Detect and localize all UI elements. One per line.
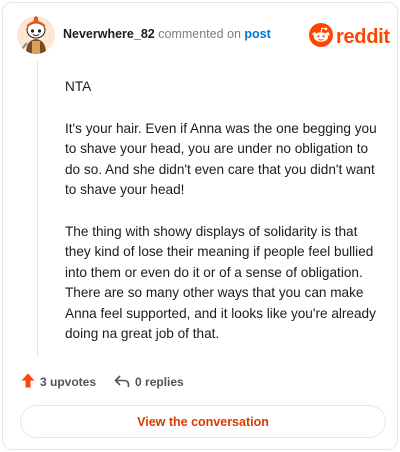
view-conversation-button[interactable]: View the conversation: [20, 405, 386, 438]
comment-paragraph: It's your hair. Even if Anna was the one…: [65, 120, 377, 198]
comment-paragraph: NTA: [65, 79, 92, 94]
post-link[interactable]: post: [244, 27, 270, 41]
author-name[interactable]: Neverwhere_82: [63, 27, 155, 41]
avatar[interactable]: [17, 16, 55, 54]
reply-button[interactable]: 0 replies: [114, 374, 184, 391]
reddit-logo-icon: [309, 23, 333, 52]
comment-header: Neverwhere_82 commented on post: [63, 27, 271, 41]
reply-icon: [114, 374, 130, 391]
comment-card: Neverwhere_82 commented on post reddit N…: [2, 2, 398, 450]
upvote-icon: [21, 373, 35, 391]
comment-actions: 3 upvotes 0 replies: [21, 373, 202, 391]
reply-count: 0 replies: [135, 375, 184, 389]
comment-paragraph: The thing with showy displays of solidar…: [65, 223, 376, 342]
thread-line: [37, 61, 38, 357]
upvote-count: 3 upvotes: [40, 375, 97, 389]
reddit-wordmark: reddit: [336, 26, 390, 48]
reddit-logo[interactable]: reddit: [309, 23, 390, 52]
commented-on-text: commented on: [158, 27, 241, 41]
upvote-button[interactable]: 3 upvotes: [21, 373, 96, 391]
comment-body: NTA It's your hair. Even if Anna was the…: [65, 77, 383, 366]
